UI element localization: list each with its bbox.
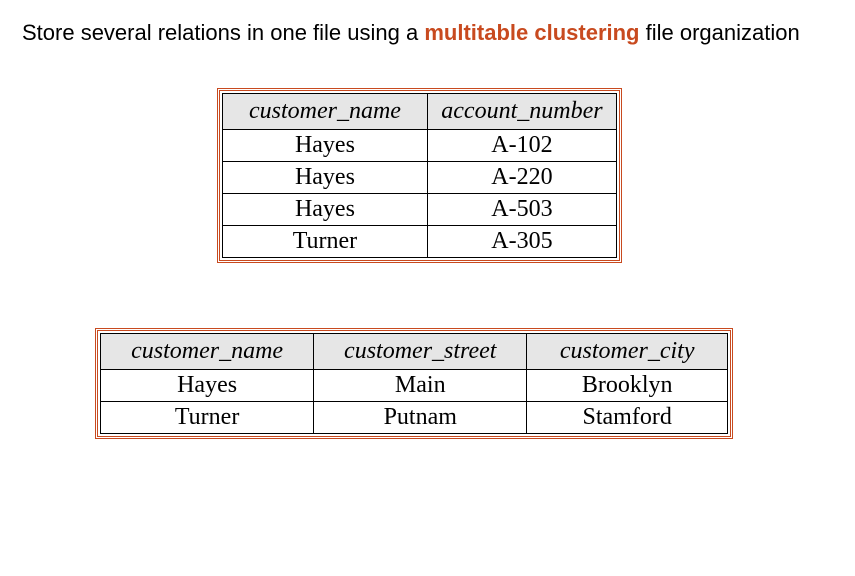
account-table: customer_name account_number Hayes A-102… bbox=[222, 93, 617, 258]
col-customer-name: customer_name bbox=[223, 93, 428, 129]
table-row: Turner A-305 bbox=[223, 225, 617, 257]
cell-customer-city: Stamford bbox=[527, 401, 728, 433]
account-table-container: customer_name account_number Hayes A-102… bbox=[217, 88, 622, 263]
intro-highlight: multitable clustering bbox=[424, 20, 639, 45]
cell-customer-name: Hayes bbox=[223, 161, 428, 193]
cell-customer-street: Main bbox=[314, 369, 527, 401]
table-row: Hayes A-503 bbox=[223, 193, 617, 225]
intro-suffix: file organization bbox=[640, 20, 800, 45]
col-customer-street: customer_street bbox=[314, 333, 527, 369]
col-customer-city: customer_city bbox=[527, 333, 728, 369]
customer-table: customer_name customer_street customer_c… bbox=[100, 333, 728, 434]
table-row: Turner Putnam Stamford bbox=[101, 401, 728, 433]
table-row: Hayes A-220 bbox=[223, 161, 617, 193]
cell-account-number: A-305 bbox=[427, 225, 616, 257]
cell-account-number: A-102 bbox=[427, 129, 616, 161]
cell-customer-name: Turner bbox=[223, 225, 428, 257]
table-header-row: customer_name customer_street customer_c… bbox=[101, 333, 728, 369]
cell-customer-street: Putnam bbox=[314, 401, 527, 433]
intro-text: Store several relations in one file usin… bbox=[22, 18, 833, 48]
cell-customer-name: Hayes bbox=[101, 369, 314, 401]
customer-table-container: customer_name customer_street customer_c… bbox=[95, 328, 733, 439]
cell-customer-name: Turner bbox=[101, 401, 314, 433]
cell-customer-name: Hayes bbox=[223, 193, 428, 225]
table-row: Hayes A-102 bbox=[223, 129, 617, 161]
cell-customer-city: Brooklyn bbox=[527, 369, 728, 401]
intro-prefix: Store several relations in one file usin… bbox=[22, 20, 424, 45]
cell-account-number: A-503 bbox=[427, 193, 616, 225]
table-row: Hayes Main Brooklyn bbox=[101, 369, 728, 401]
cell-account-number: A-220 bbox=[427, 161, 616, 193]
col-account-number: account_number bbox=[427, 93, 616, 129]
cell-customer-name: Hayes bbox=[223, 129, 428, 161]
col-customer-name: customer_name bbox=[101, 333, 314, 369]
table-header-row: customer_name account_number bbox=[223, 93, 617, 129]
